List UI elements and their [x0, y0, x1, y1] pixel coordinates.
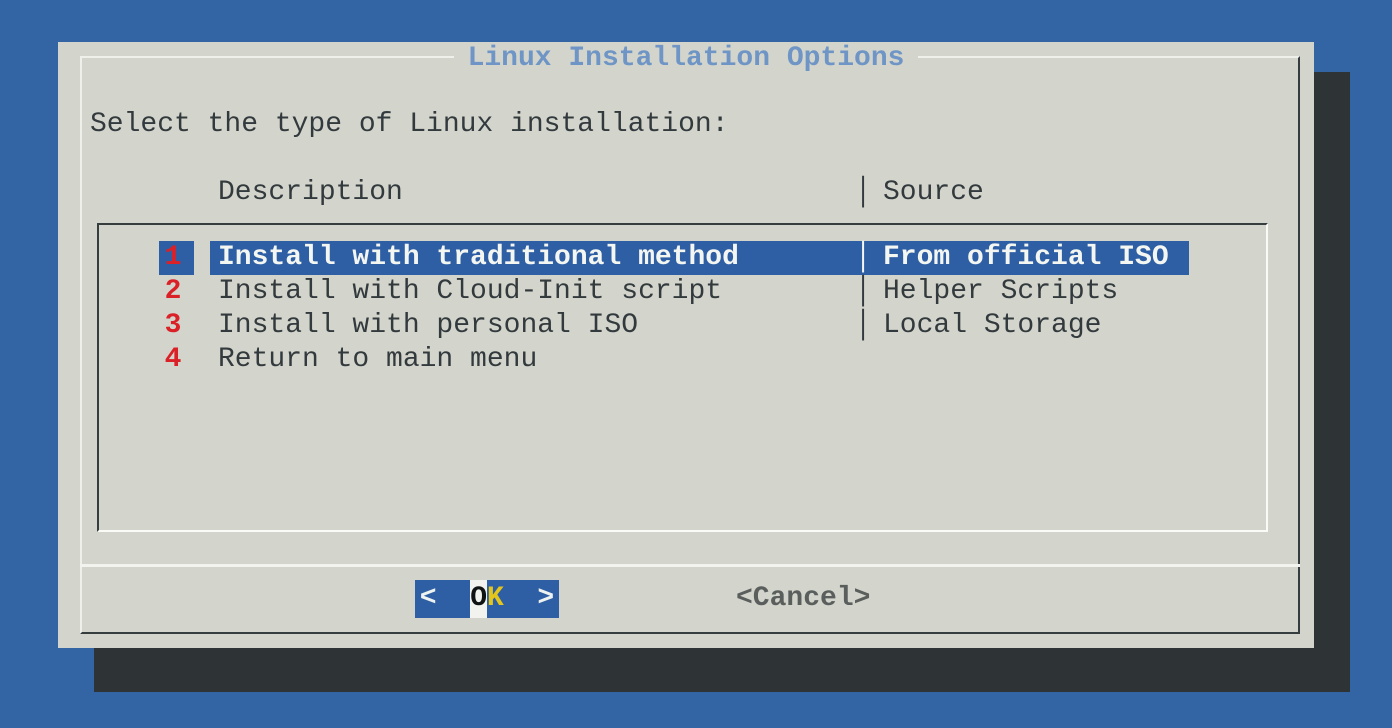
menu-item-description: Install with personal ISO — [218, 309, 638, 343]
menu-item-tag: 1 — [164, 241, 182, 275]
column-separator-icon: │ — [854, 241, 872, 275]
prompt-text: Select the type of Linux installation: — [90, 108, 729, 142]
menu-item-install-traditional[interactable]: 1 Install with traditional method │ From… — [99, 241, 1266, 275]
column-headers: Description │ Source — [58, 176, 1314, 210]
menu-item-source: Local Storage — [883, 309, 1101, 343]
source-column-header: Source — [883, 176, 984, 210]
description-column-header: Description — [218, 176, 403, 210]
menu-item-install-cloud-init[interactable]: 2 Install with Cloud-Init script │ Helpe… — [99, 275, 1266, 309]
menu-item-return-main-menu[interactable]: 4 Return to main menu — [99, 343, 1266, 377]
ok-hotkey-char: K — [487, 580, 504, 618]
button-area-separator-line — [80, 564, 1300, 567]
menu-listbox[interactable]: 1 Install with traditional method │ From… — [97, 223, 1268, 532]
menu-item-description: Return to main menu — [218, 343, 537, 377]
ok-button[interactable]: < O K > — [415, 580, 559, 618]
ok-cursor-char: O — [470, 580, 487, 618]
ok-bracket-left: < — [420, 580, 470, 618]
column-separator-icon: │ — [854, 309, 872, 343]
menu-item-tag: 3 — [164, 309, 182, 343]
column-separator-icon: │ — [854, 275, 872, 309]
menu-item-description: Install with Cloud-Init script — [218, 275, 722, 309]
dialog-title-text: Linux Installation Options — [454, 43, 919, 74]
ok-bracket-right: > — [504, 580, 554, 618]
menu-item-source: From official ISO — [883, 241, 1169, 275]
menu-item-install-personal-iso[interactable]: 3 Install with personal ISO │ Local Stor… — [99, 309, 1266, 343]
menu-item-tag: 2 — [164, 275, 182, 309]
menu-item-description: Install with traditional method — [218, 241, 739, 275]
menu-item-tag: 4 — [164, 343, 182, 377]
dialog-title: Linux Installation Options — [58, 43, 1314, 75]
terminal-screen: Linux Installation Options Select the ty… — [0, 0, 1392, 728]
installation-options-dialog: Linux Installation Options Select the ty… — [58, 42, 1314, 648]
column-separator-icon: │ — [854, 176, 872, 210]
cancel-button[interactable]: <Cancel> — [736, 582, 870, 616]
menu-item-source: Helper Scripts — [883, 275, 1118, 309]
